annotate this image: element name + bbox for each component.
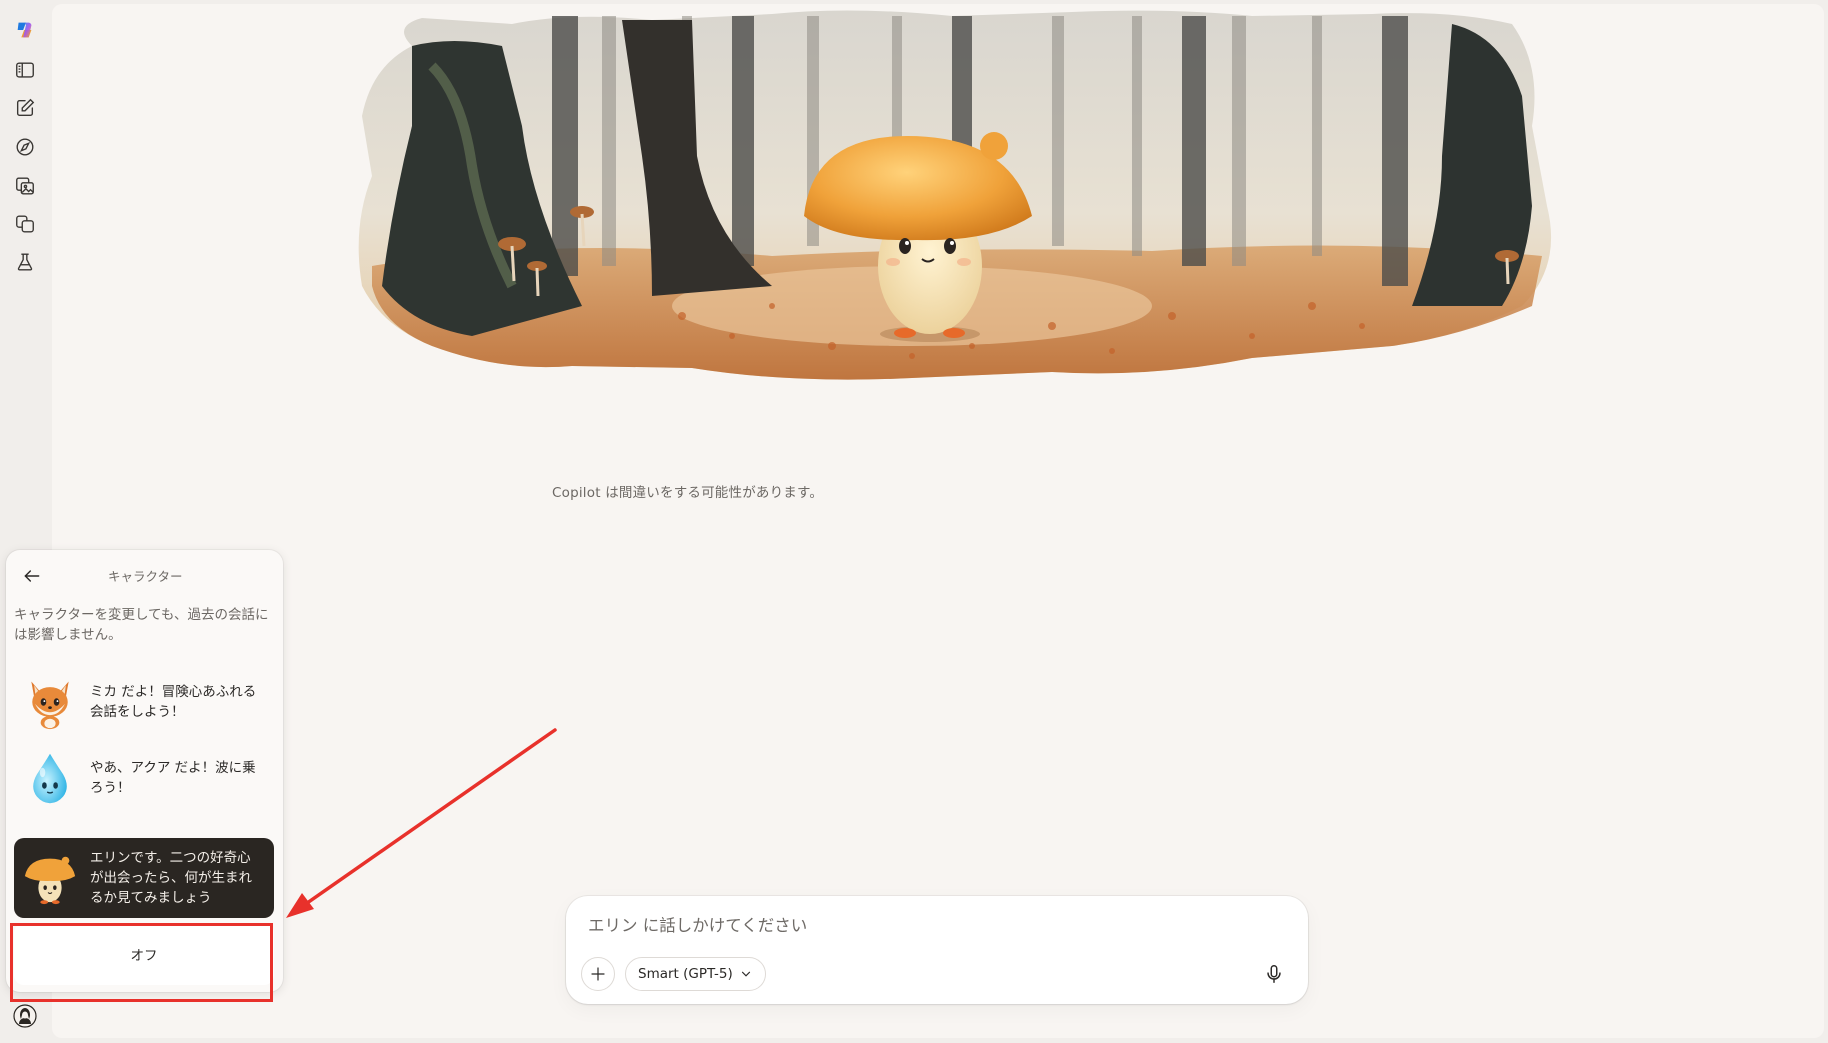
chevron-down-icon: [741, 971, 750, 977]
character-text: やあ、アクア だよ！波に乗ろう！: [90, 760, 256, 796]
arrow-left-icon: [24, 570, 40, 582]
character-text: ミカ だよ！冒険心あふれる会話をしよう！: [90, 684, 257, 720]
back-button[interactable]: [18, 562, 46, 590]
model-selector-button[interactable]: Smart (GPT-5): [625, 957, 766, 991]
water-drop-avatar-icon: [20, 748, 80, 808]
chat-input[interactable]: [586, 910, 1286, 940]
chat-composer: Smart (GPT-5): [566, 896, 1308, 1004]
character-item-erin[interactable]: エリンです。二つの好奇心が出会ったら、何が生まれるか見てみましょう: [14, 838, 274, 918]
character-panel: キャラクター キャラクターを変更しても、過去の会話には影響しません。 ミカ だよ…: [6, 550, 283, 992]
panel-description: キャラクターを変更しても、過去の会話には影響しません。: [14, 607, 269, 643]
image-gallery-icon[interactable]: [11, 172, 39, 200]
fox-avatar-icon: [20, 672, 80, 732]
attach-button[interactable]: [581, 957, 615, 991]
profile-avatar-icon[interactable]: [11, 1002, 39, 1030]
pages-icon[interactable]: [11, 210, 39, 238]
copilot-logo-icon[interactable]: [11, 16, 39, 44]
sidebar-toggle-icon[interactable]: [11, 56, 39, 84]
microphone-icon: [1267, 965, 1281, 983]
mushroom-avatar-icon: [20, 848, 80, 908]
character-item-aqua[interactable]: やあ、アクア だよ！波に乗ろう！: [14, 738, 274, 818]
microphone-button[interactable]: [1258, 958, 1290, 990]
main-canvas: Copilot は間違いをする可能性があります。: [52, 4, 1824, 1038]
new-chat-icon[interactable]: [11, 94, 39, 122]
character-off-button[interactable]: オフ: [14, 923, 274, 985]
model-selector-label: Smart (GPT-5): [638, 966, 733, 982]
plus-icon: [591, 967, 605, 981]
character-text: エリンです。二つの好奇心が出会ったら、何が生まれるか見てみましょう: [90, 850, 252, 906]
discover-icon[interactable]: [11, 133, 39, 161]
character-item-mika[interactable]: ミカ だよ！冒険心あふれる会話をしよう！: [14, 662, 274, 742]
disclaimer-text: Copilot は間違いをする可能性があります。: [552, 485, 824, 501]
hero-illustration: [352, 6, 1562, 426]
panel-title: キャラクター: [108, 569, 183, 584]
labs-icon[interactable]: [11, 248, 39, 276]
